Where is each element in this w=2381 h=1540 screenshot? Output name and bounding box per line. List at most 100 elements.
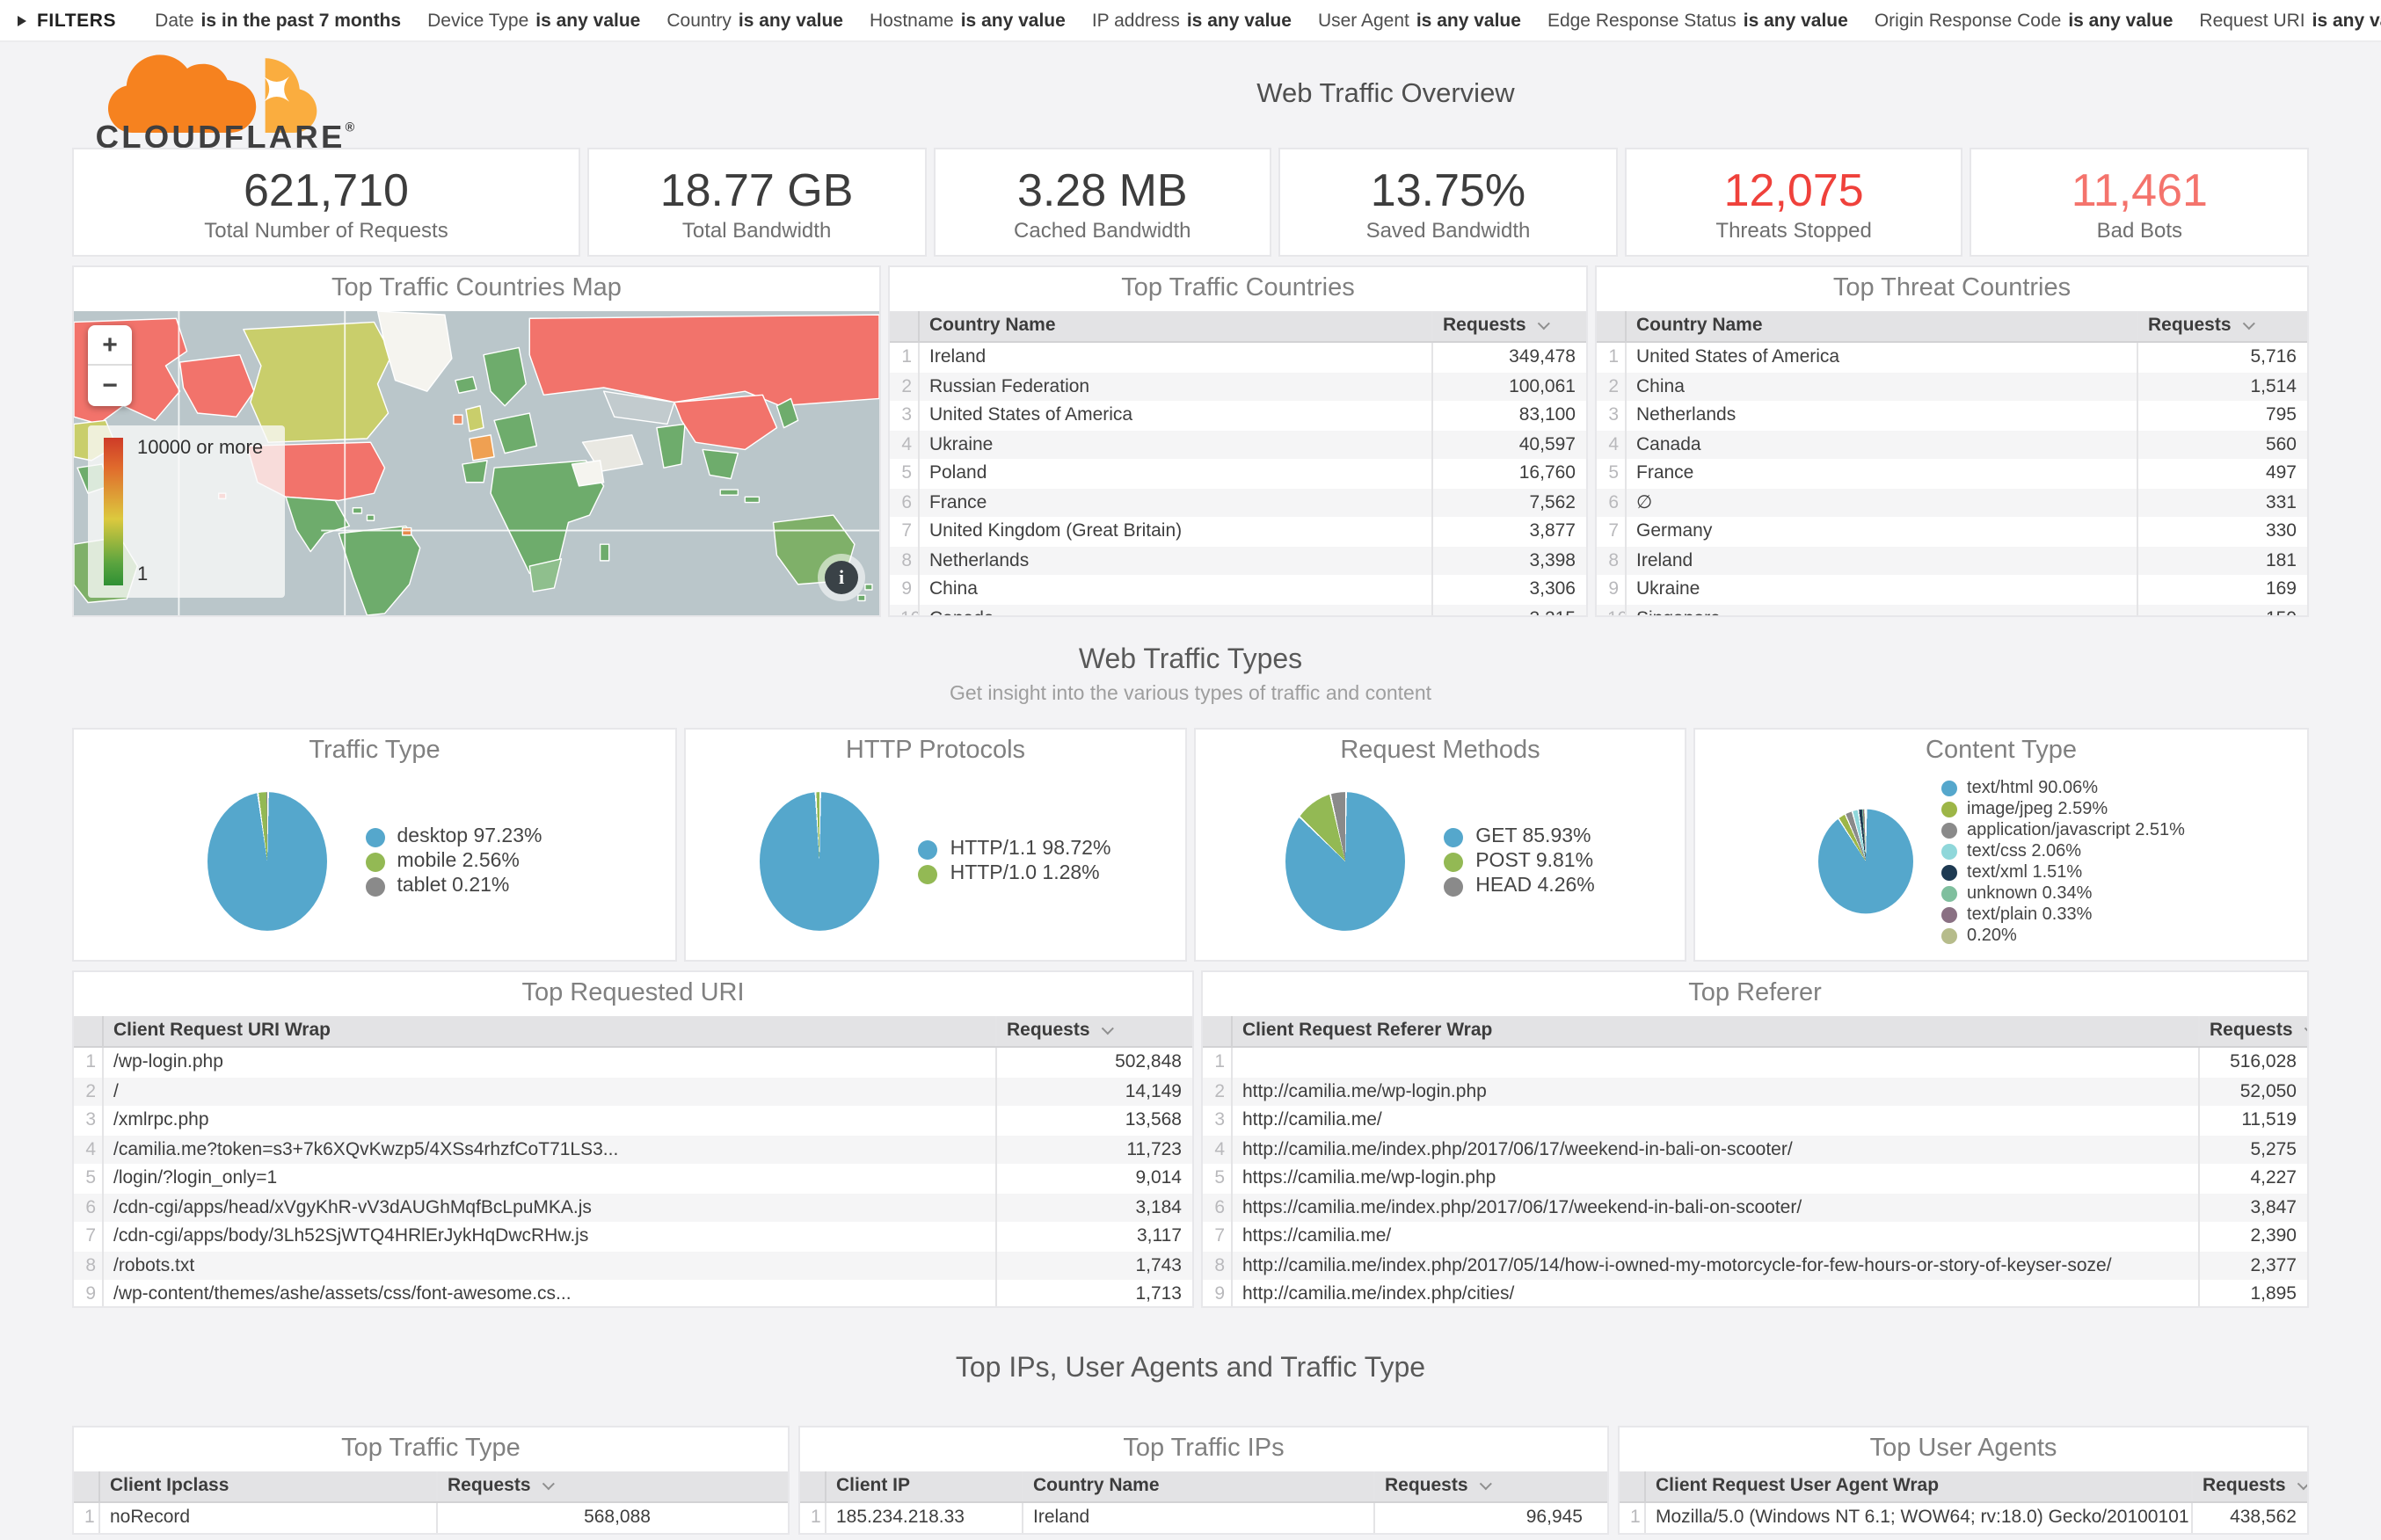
column-header[interactable]: Requests [995,1016,1192,1047]
legend-item[interactable]: image/jpeg 2.59% [1940,799,2185,818]
filter-chip[interactable]: Origin Response Codeis any value [1875,10,2173,31]
table-row[interactable]: 5Poland16,760 [890,459,1586,488]
column-header[interactable]: Requests [2137,311,2307,342]
table-row[interactable]: 2Russian Federation100,061 [890,372,1586,401]
http-protocols-pie-chart[interactable] [761,792,880,931]
table-row[interactable]: 1Mozilla/5.0 (Windows NT 6.1; WOW64; rv:… [1620,1502,2307,1532]
table-row[interactable]: 9http://camilia.me/index.php/cities/1,89… [1203,1280,2307,1308]
table-row[interactable]: 4/camilia.me?token=s3+7k6XQvKwzp5/4XSs4r… [74,1135,1192,1164]
table-row[interactable]: 8Netherlands3,398 [890,546,1586,575]
table-row[interactable]: 6France7,562 [890,488,1586,517]
table-row[interactable]: 1noRecord568,088 [74,1502,788,1532]
table-row[interactable]: 7United Kingdom (Great Britain)3,877 [890,517,1586,546]
sort-chevron-icon[interactable] [1101,1022,1113,1035]
traffic-type-pie-chart[interactable] [208,792,327,931]
table-row[interactable]: 8Ireland181 [1597,546,2307,575]
table-row[interactable]: 9Ukraine169 [1597,575,2307,604]
legend-item[interactable]: HTTP/1.1 98.72% [919,839,1111,860]
filter-chip[interactable]: Hostnameis any value [870,10,1066,31]
sort-chevron-icon[interactable] [2297,1478,2307,1490]
table-row[interactable]: 4Ukraine40,597 [890,430,1586,459]
table-row[interactable]: 1/wp-login.php502,848 [74,1047,1192,1077]
table-row[interactable]: 1185.234.218.33Ireland96,945 [800,1502,1607,1532]
map-info-button[interactable]: i [818,554,865,601]
column-header[interactable]: Client Request User Agent Wrap [1644,1471,2191,1502]
zoom-out-button[interactable]: − [88,366,132,406]
column-header[interactable]: Client Request Referer Wrap [1231,1016,2198,1047]
table-row[interactable]: 9China3,306 [890,575,1586,604]
table-row[interactable]: 6∅331 [1597,488,2307,517]
sort-chevron-icon[interactable] [1537,317,1549,330]
request-methods-pie-chart[interactable] [1285,792,1405,931]
panel-title: Top User Agents [1620,1427,2307,1471]
filter-chip[interactable]: Dateis in the past 7 months [155,10,401,31]
legend-item[interactable]: HEAD 4.26% [1444,875,1595,897]
legend-item[interactable]: HTTP/1.0 1.28% [919,863,1111,884]
column-header[interactable]: Requests [436,1471,788,1502]
table-row[interactable]: 1Ireland349,478 [890,342,1586,372]
sort-chevron-icon[interactable] [2304,1022,2307,1035]
legend-item[interactable]: POST 9.81% [1444,851,1595,872]
filter-chip[interactable]: Edge Response Statusis any value [1547,10,1848,31]
table-row[interactable]: 1United States of America5,716 [1597,342,2307,372]
column-header[interactable]: Country Name [1625,311,2137,342]
legend-item[interactable]: text/html 90.06% [1940,778,2185,797]
table-row[interactable]: 2China1,514 [1597,372,2307,401]
table-row[interactable]: 2/14,149 [74,1077,1192,1106]
table-row[interactable]: 8http://camilia.me/index.php/2017/05/14/… [1203,1251,2307,1280]
column-header[interactable]: Client IP [825,1471,1022,1502]
column-header[interactable]: Requests [1431,311,1586,342]
table-row[interactable]: 3United States of America83,100 [890,401,1586,430]
world-map[interactable]: + − 10000 or more 1 i [74,311,879,615]
legend-item[interactable]: GET 85.93% [1444,826,1595,847]
legend-item[interactable]: tablet 0.21% [366,875,542,897]
table-row[interactable]: 5/login/?login_only=19,014 [74,1164,1192,1193]
table-row[interactable]: 9/wp-content/themes/ashe/assets/css/font… [74,1280,1192,1308]
table-row[interactable]: 4Canada560 [1597,430,2307,459]
column-header[interactable]: Requests [2198,1016,2307,1047]
cloudflare-logo: CLOUDFLARE® [72,38,462,151]
legend-item[interactable]: unknown 0.34% [1940,883,2185,903]
table-row[interactable]: 7/cdn-cgi/apps/body/3Lh52SjWTQ4HRlErJykH… [74,1222,1192,1251]
table-row[interactable]: 3Netherlands795 [1597,401,2307,430]
filter-chip[interactable]: Request URIis any value [2199,10,2381,31]
filter-chip[interactable]: Device Typeis any value [427,10,640,31]
filters-toggle[interactable]: FILTERS [18,10,116,31]
sort-chevron-icon[interactable] [2242,317,2254,330]
table-row[interactable]: 1516,028 [1203,1047,2307,1077]
table-row[interactable]: 10Canada3,215 [890,604,1586,617]
table-row[interactable]: 10Singapore150 [1597,604,2307,617]
table-row[interactable]: 3http://camilia.me/11,519 [1203,1106,2307,1135]
column-header[interactable]: Client Request URI Wrap [102,1016,995,1047]
table-row[interactable]: 4http://camilia.me/index.php/2017/06/17/… [1203,1135,2307,1164]
column-header[interactable]: Country Name [1022,1471,1373,1502]
table-row[interactable]: 2http://camilia.me/wp-login.php52,050 [1203,1077,2307,1106]
filter-chip[interactable]: Countryis any value [666,10,843,31]
column-header[interactable]: Requests [2191,1471,2307,1502]
table-row[interactable]: 7https://camilia.me/2,390 [1203,1222,2307,1251]
table-row[interactable]: 6https://camilia.me/index.php/2017/06/17… [1203,1193,2307,1222]
sort-chevron-icon[interactable] [1479,1478,1491,1490]
legend-item[interactable]: 0.20% [1940,926,2185,945]
legend-item[interactable]: text/css 2.06% [1940,841,2185,861]
zoom-in-button[interactable]: + [88,325,132,366]
kpi-value: 12,075 [1724,163,1864,215]
legend-item[interactable]: application/javascript 2.51% [1940,820,2185,839]
filter-chip[interactable]: IP addressis any value [1092,10,1292,31]
table-row[interactable]: 6/cdn-cgi/apps/head/xVgyKhR-vV3dAUGhMqfB… [74,1193,1192,1222]
column-header[interactable]: Client Ipclass [98,1471,436,1502]
content-type-pie-chart[interactable] [1817,810,1912,914]
column-header[interactable]: Country Name [918,311,1431,342]
table-row[interactable]: 5https://camilia.me/wp-login.php4,227 [1203,1164,2307,1193]
legend-item[interactable]: desktop 97.23% [366,826,542,847]
filter-chip[interactable]: User Agentis any value [1318,10,1521,31]
table-row[interactable]: 8/robots.txt1,743 [74,1251,1192,1280]
legend-item[interactable]: text/plain 0.33% [1940,904,2185,924]
sort-chevron-icon[interactable] [542,1478,554,1490]
legend-item[interactable]: text/xml 1.51% [1940,862,2185,882]
table-row[interactable]: 7Germany330 [1597,517,2307,546]
table-row[interactable]: 3/xmlrpc.php13,568 [74,1106,1192,1135]
legend-item[interactable]: mobile 2.56% [366,851,542,872]
table-row[interactable]: 5France497 [1597,459,2307,488]
column-header[interactable]: Requests [1373,1471,1607,1502]
